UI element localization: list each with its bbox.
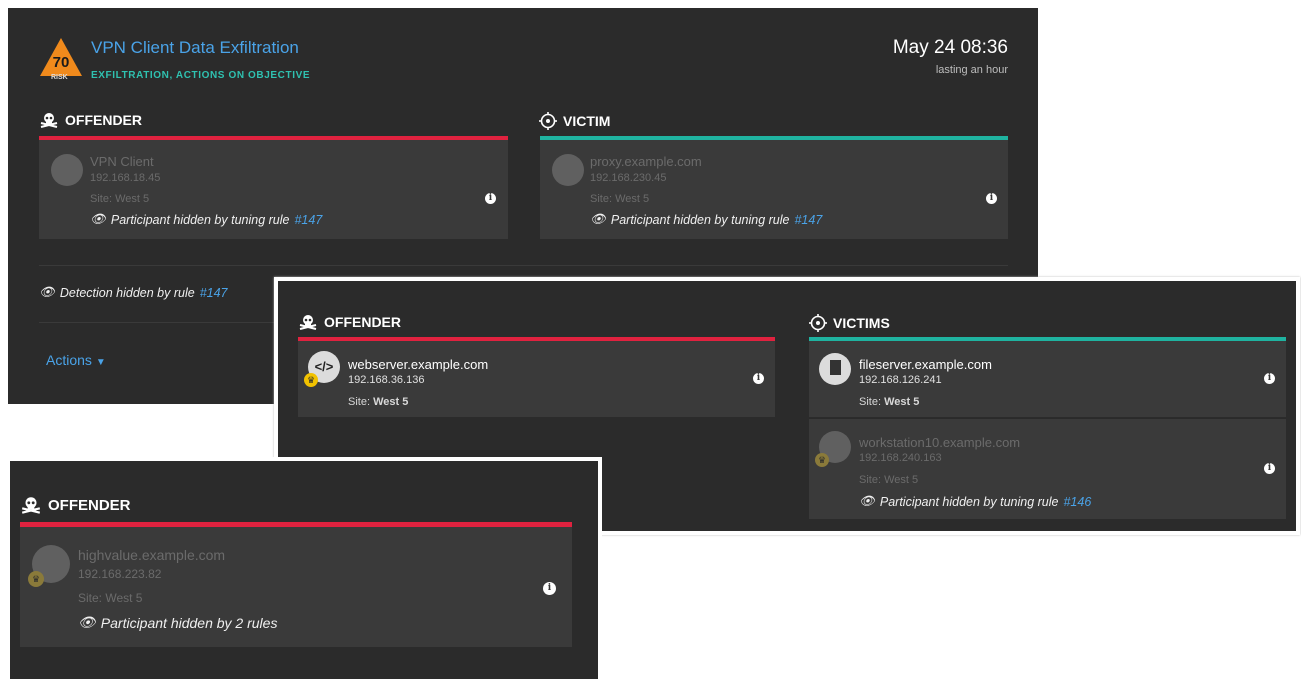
risk-label: RISK	[51, 74, 68, 81]
eye-slash-icon: 👁	[39, 285, 55, 299]
victim-ip: 192.168.230.45	[590, 172, 667, 184]
skull-crossbones-icon	[299, 315, 317, 330]
offender-site: Site: West 5	[78, 591, 143, 605]
detection-date: May 24 08:36	[892, 37, 1008, 58]
offender-heading: OFFENDER	[298, 314, 401, 330]
detection-categories: EXFILTRATION, ACTIONS ON OBJECTIVE	[91, 70, 311, 81]
crown-icon: ♛	[304, 373, 318, 387]
victim-site: Site: West 5	[859, 474, 919, 486]
offender-card[interactable]: VPN Client 192.168.18.45 Site: West 5 👁 …	[39, 140, 508, 239]
info-icon[interactable]: i	[543, 582, 556, 595]
victim-heading-label: VICTIM	[563, 113, 611, 129]
victim-rule-link[interactable]: #147	[794, 213, 822, 227]
detection-rule-link[interactable]: #147	[200, 286, 228, 300]
victim-host[interactable]: fileserver.example.com	[859, 357, 992, 372]
offender-heading-label: OFFENDER	[65, 112, 142, 128]
offender-heading: OFFENDER	[20, 496, 131, 514]
victim-site: Site: West 5	[859, 396, 920, 408]
crown-icon: ♛	[815, 453, 829, 467]
victim-host[interactable]: proxy.example.com	[590, 154, 702, 169]
eye-slash-icon: 👁	[590, 212, 606, 226]
divider	[39, 265, 1008, 266]
file-server-icon	[819, 353, 851, 385]
eye-slash-icon: 👁	[90, 212, 106, 226]
info-icon[interactable]: i	[1264, 373, 1275, 384]
victim-rule-link[interactable]: #146	[1063, 495, 1091, 509]
victim-host[interactable]: workstation10.example.com	[859, 435, 1020, 450]
offender-card[interactable]: ♛ highvalue.example.com 192.168.223.82 S…	[20, 527, 572, 647]
offender-heading: OFFENDER	[39, 112, 142, 128]
info-icon[interactable]: i	[485, 193, 496, 204]
crosshair-icon	[809, 314, 827, 332]
offender-ip: 192.168.36.136	[348, 374, 425, 386]
victim-heading: VICTIM	[539, 112, 610, 130]
victim-card[interactable]: fileserver.example.com 192.168.126.241 S…	[809, 341, 1286, 417]
victim-card[interactable]: ♛ workstation10.example.com 192.168.240.…	[809, 418, 1286, 519]
skull-crossbones-icon	[21, 497, 41, 514]
info-icon[interactable]: i	[753, 373, 764, 384]
crosshair-icon	[539, 112, 557, 130]
victim-ip: 192.168.240.163	[859, 452, 942, 464]
victim-hidden-note: 👁 Participant hidden by tuning rule #146	[859, 494, 1092, 509]
offender-ip: 192.168.18.45	[90, 172, 161, 184]
skull-crossbones-icon	[40, 113, 58, 128]
offender-ip: 192.168.223.82	[78, 567, 162, 581]
offender-host[interactable]: webserver.example.com	[348, 357, 488, 372]
risk-score: 70	[53, 54, 70, 71]
cloud-device-icon	[552, 154, 584, 186]
info-icon[interactable]: i	[1264, 463, 1275, 474]
offender-site: Site: West 5	[90, 193, 150, 205]
caret-down-icon: ▼	[95, 357, 106, 368]
offender-hidden-note: 👁 Participant hidden by tuning rule #147	[90, 212, 323, 227]
detection-hidden-note: 👁 Detection hidden by rule #147	[39, 285, 228, 300]
offender-hidden-note: 👁 Participant hidden by 2 rules	[78, 614, 278, 631]
crown-icon: ♛	[28, 571, 44, 587]
info-icon[interactable]: i	[986, 193, 997, 204]
offender-site: Site: West 5	[348, 396, 409, 408]
victim-card[interactable]: proxy.example.com 192.168.230.45 Site: W…	[540, 140, 1008, 239]
offender-card[interactable]: </> ♛ webserver.example.com 192.168.36.1…	[298, 341, 775, 417]
offender-host[interactable]: highvalue.example.com	[78, 547, 225, 563]
victim-hidden-note: 👁 Participant hidden by tuning rule #147	[590, 212, 823, 227]
victim-site: Site: West 5	[590, 193, 650, 205]
offender-host[interactable]: VPN Client	[90, 154, 154, 169]
victim-ip: 192.168.126.241	[859, 374, 942, 386]
offender-rule-link[interactable]: #147	[294, 213, 322, 227]
victims-heading: VICTIMS	[809, 314, 890, 332]
vpn-device-icon	[51, 154, 83, 186]
high-value-panel: OFFENDER ♛ highvalue.example.com 192.168…	[6, 457, 602, 679]
actions-menu-button[interactable]: Actions ▼	[46, 352, 106, 368]
detection-title[interactable]: VPN Client Data Exfiltration	[91, 38, 299, 58]
detection-duration: lasting an hour	[935, 64, 1008, 76]
eye-slash-icon: 👁	[78, 614, 96, 630]
eye-slash-icon: 👁	[859, 494, 875, 508]
